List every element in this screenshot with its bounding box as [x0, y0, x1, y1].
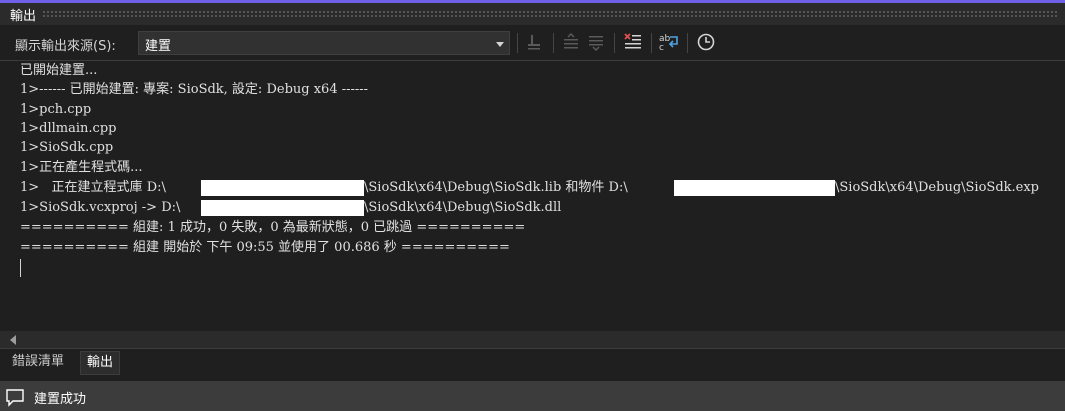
output-line: 已開始建置...	[20, 63, 98, 78]
drag-grip[interactable]	[42, 10, 1059, 18]
panel-tabs: 錯誤清單 輸出	[0, 348, 1065, 376]
output-line-part: \SioSdk\x64\Debug\SioSdk.lib 和物件 D:\	[364, 180, 628, 195]
next-message-button[interactable]	[584, 30, 608, 54]
output-text-area[interactable]: 已開始建置... 1>------ 已開始建置: 專案: SioSdk, 設定:…	[0, 61, 1065, 331]
clock-icon	[697, 33, 715, 51]
output-source-select[interactable]: 建置	[138, 31, 510, 55]
horizontal-scrollbar[interactable]	[0, 331, 1065, 348]
toolbar-separator	[651, 33, 652, 53]
show-timestamps-button[interactable]	[694, 30, 718, 54]
status-bar: 建置成功	[0, 381, 1065, 411]
tab-output[interactable]: 輸出	[80, 351, 121, 375]
source-select-value: 建置	[145, 39, 172, 54]
output-line: 1>dllmain.cpp	[20, 121, 117, 136]
toggle-word-wrap-button[interactable]: ab c	[657, 30, 681, 54]
text-caret	[20, 259, 21, 277]
next-message-icon	[589, 36, 603, 51]
source-label: 顯示輸出來源(S):	[15, 39, 116, 54]
find-message-icon	[528, 35, 540, 50]
output-line: 1> 正在建立程式庫 D:\	[20, 180, 166, 195]
output-line-part: \SioSdk\x64\Debug\SioSdk.exp	[835, 180, 1039, 195]
status-text: 建置成功	[34, 392, 87, 407]
toolbar-separator	[553, 33, 554, 53]
clear-all-icon	[624, 33, 641, 49]
previous-message-icon	[564, 33, 578, 49]
notification-icon[interactable]	[5, 387, 25, 411]
output-line: 1>SioSdk.cpp	[20, 140, 114, 155]
chevron-down-icon	[496, 42, 504, 47]
panel-title-bar[interactable]: 輸出	[0, 3, 1065, 25]
tab-error-list[interactable]: 錯誤清單	[6, 351, 70, 373]
clear-all-button[interactable]	[621, 30, 645, 54]
word-wrap-icon: ab c	[659, 34, 678, 52]
redacted-path	[201, 180, 364, 196]
previous-message-button[interactable]	[559, 30, 583, 54]
svg-text:c: c	[659, 43, 664, 52]
find-message-button[interactable]	[523, 30, 547, 54]
toolbar-separator	[687, 33, 688, 53]
output-line: ========== 組建 開始於 下午 09:55 並使用了 00.686 秒…	[20, 240, 510, 255]
output-line-part: \SioSdk\x64\Debug\SioSdk.dll	[364, 200, 562, 215]
panel-title: 輸出	[10, 8, 37, 24]
output-toolbar: 顯示輸出來源(S): 建置 ab c	[0, 25, 1065, 61]
output-line: ========== 組建: 1 成功，0 失敗，0 為最新狀態，0 已跳過 =…	[20, 220, 526, 235]
toolbar-separator	[614, 33, 615, 53]
redacted-path	[201, 200, 364, 216]
toolbar-separator	[517, 33, 518, 53]
output-line: 1>pch.cpp	[20, 102, 92, 117]
output-line: 1>------ 已開始建置: 專案: SioSdk, 設定: Debug x6…	[20, 82, 369, 97]
redacted-path	[674, 180, 835, 196]
output-line: 1>正在產生程式碼...	[20, 160, 143, 175]
output-line: 1>SioSdk.vcxproj -> D:\	[20, 200, 181, 215]
scroll-left-icon[interactable]	[10, 335, 16, 345]
